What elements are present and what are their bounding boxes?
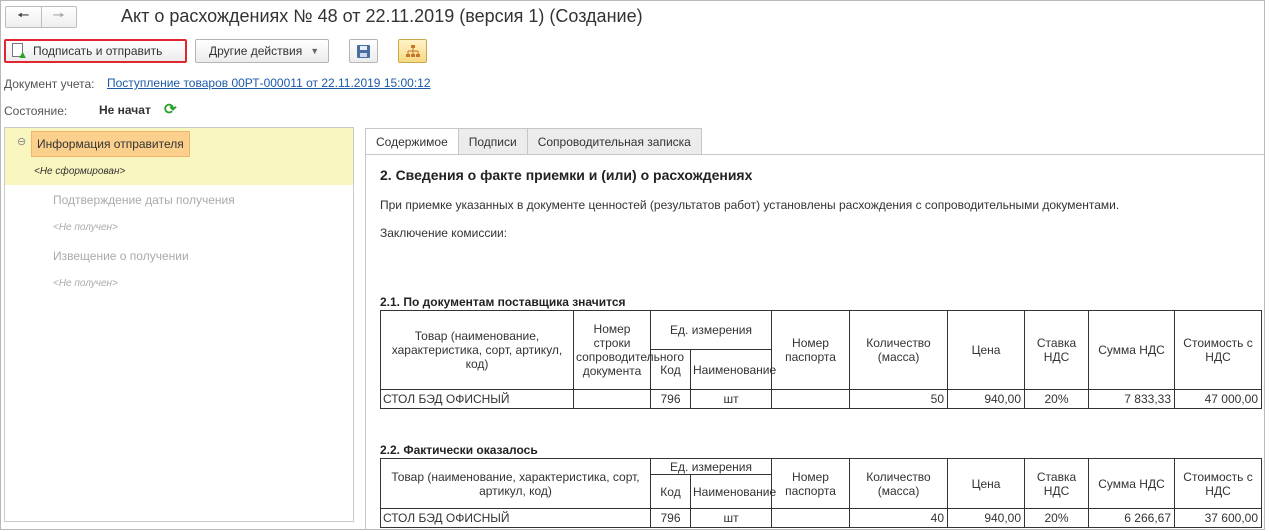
- cell-qty: 40: [849, 508, 949, 528]
- supplier-table: Товар (наименование, характеристика, сор…: [380, 310, 1263, 409]
- col-unit-name: Наименование: [689, 474, 776, 509]
- chevron-down-icon: ▼: [310, 46, 320, 56]
- col-unit-name: Наименование: [689, 349, 776, 390]
- col-price: Цена: [947, 458, 1026, 509]
- sign-and-send-label: Подписать и отправить: [33, 44, 163, 58]
- cell-row-no: [573, 389, 651, 409]
- col-unit: Ед. измерения: [649, 310, 773, 350]
- table-row: СТОЛ БЭД ОФИСНЫЙ 796 шт 50 940,00 20% 7 …: [380, 389, 1263, 409]
- col-unit: Ед. измерения: [649, 458, 773, 475]
- col-qty: Количество (масса): [849, 458, 949, 509]
- collapse-icon[interactable]: ⊖: [17, 135, 26, 148]
- col-row-no: Номер строки сопроводительного документа: [573, 310, 684, 390]
- tab-content[interactable]: Содержимое: [365, 128, 459, 155]
- col-unit-code: Код: [650, 474, 691, 509]
- window-title: Акт о расхождениях № 48 от 22.11.2019 (в…: [121, 6, 643, 26]
- cell-vat-sum: 6 266,67: [1088, 508, 1176, 528]
- tree-item-receipt-notice[interactable]: Извещение о получении: [53, 249, 189, 263]
- commission-label: Заключение комиссии:: [380, 226, 508, 240]
- cell-vat-rate: 20%: [1024, 389, 1090, 409]
- col-vat-sum: Сумма НДС: [1088, 458, 1176, 509]
- state-value: Не начат: [99, 103, 151, 117]
- cell-passport: [771, 508, 851, 528]
- other-actions-label: Другие действия: [209, 44, 303, 58]
- cell-product: СТОЛ БЭД ОФИСНЫЙ: [380, 508, 651, 528]
- cell-code: 796: [650, 508, 691, 528]
- col-product: Товар (наименование, характеристика, сор…: [380, 458, 651, 509]
- cell-price: 940,00: [947, 389, 1026, 409]
- tab-bar: Содержимое Подписи Сопроводительная запи…: [365, 128, 702, 155]
- section1-title: 2.1. По документам поставщика значится: [380, 295, 626, 309]
- cell-price: 940,00: [947, 508, 1026, 528]
- actual-table: Товар (наименование, характеристика, сор…: [380, 458, 1263, 528]
- cell-passport: [771, 389, 851, 409]
- tree-item-receipt-date[interactable]: Подтверждение даты получения: [53, 193, 235, 207]
- document-link[interactable]: Поступление товаров 00РТ-000011 от 22.11…: [107, 76, 431, 90]
- col-price: Цена: [947, 310, 1026, 390]
- cell-code: 796: [650, 389, 691, 409]
- col-vat-sum: Сумма НДС: [1088, 310, 1176, 390]
- refresh-icon[interactable]: ⟳: [164, 100, 177, 118]
- col-total: Стоимость с НДС: [1174, 310, 1263, 390]
- tab-signatures[interactable]: Подписи: [457, 128, 528, 154]
- col-qty: Количество (масса): [849, 310, 949, 390]
- section-heading: 2. Сведения о факте приемки и (или) о ра…: [380, 167, 753, 183]
- floppy-disk-icon: [357, 44, 370, 58]
- cell-vat-sum: 7 833,33: [1088, 389, 1176, 409]
- save-button[interactable]: [349, 39, 378, 63]
- navigation-buttons: 🠔 🠖: [5, 6, 77, 28]
- col-vat-rate: Ставка НДС: [1024, 310, 1090, 390]
- tab-cover-note[interactable]: Сопроводительная записка: [526, 128, 702, 154]
- tree-item-receipt-date-status: <Не получен>: [53, 222, 118, 233]
- discrepancy-paragraph: При приемке указанных в документе ценнос…: [380, 198, 1120, 212]
- structure-button[interactable]: [398, 39, 427, 63]
- cell-unit: шт: [689, 508, 773, 528]
- col-product: Товар (наименование, характеристика, сор…: [380, 310, 574, 390]
- arrow-right-icon[interactable]: 🠖: [40, 7, 77, 27]
- tree-item-sender-status: <Не сформирован>: [34, 166, 126, 177]
- cell-unit: шт: [689, 389, 773, 409]
- tree-item-sender-info[interactable]: Информация отправителя: [31, 131, 190, 157]
- table-row: СТОЛ БЭД ОФИСНЫЙ 796 шт 40 940,00 20% 6 …: [380, 508, 1263, 528]
- cell-total: 37 600,00: [1174, 508, 1263, 528]
- other-actions-button[interactable]: Другие действия ▼: [195, 39, 329, 63]
- cell-total: 47 000,00: [1174, 389, 1263, 409]
- cell-vat-rate: 20%: [1024, 508, 1090, 528]
- tree-item-receipt-notice-status: <Не получен>: [53, 278, 118, 289]
- col-passport: Номер паспорта: [771, 310, 851, 390]
- sign-and-send-button[interactable]: ▲ Подписать и отправить: [4, 39, 187, 63]
- section2-title: 2.2. Фактически оказалось: [380, 443, 538, 457]
- col-passport: Номер паспорта: [771, 458, 851, 509]
- structure-icon: [405, 44, 420, 57]
- cell-qty: 50: [849, 389, 949, 409]
- arrow-left-icon[interactable]: 🠔: [6, 7, 41, 27]
- workflow-tree: ⊖ Информация отправителя <Не сформирован…: [4, 127, 354, 522]
- sign-document-icon: ▲: [12, 43, 28, 61]
- state-label: Состояние:: [4, 104, 68, 118]
- col-total: Стоимость с НДС: [1174, 458, 1263, 509]
- document-label: Документ учета:: [4, 77, 95, 91]
- col-vat-rate: Ставка НДС: [1024, 458, 1090, 509]
- cell-product: СТОЛ БЭД ОФИСНЫЙ: [380, 389, 574, 409]
